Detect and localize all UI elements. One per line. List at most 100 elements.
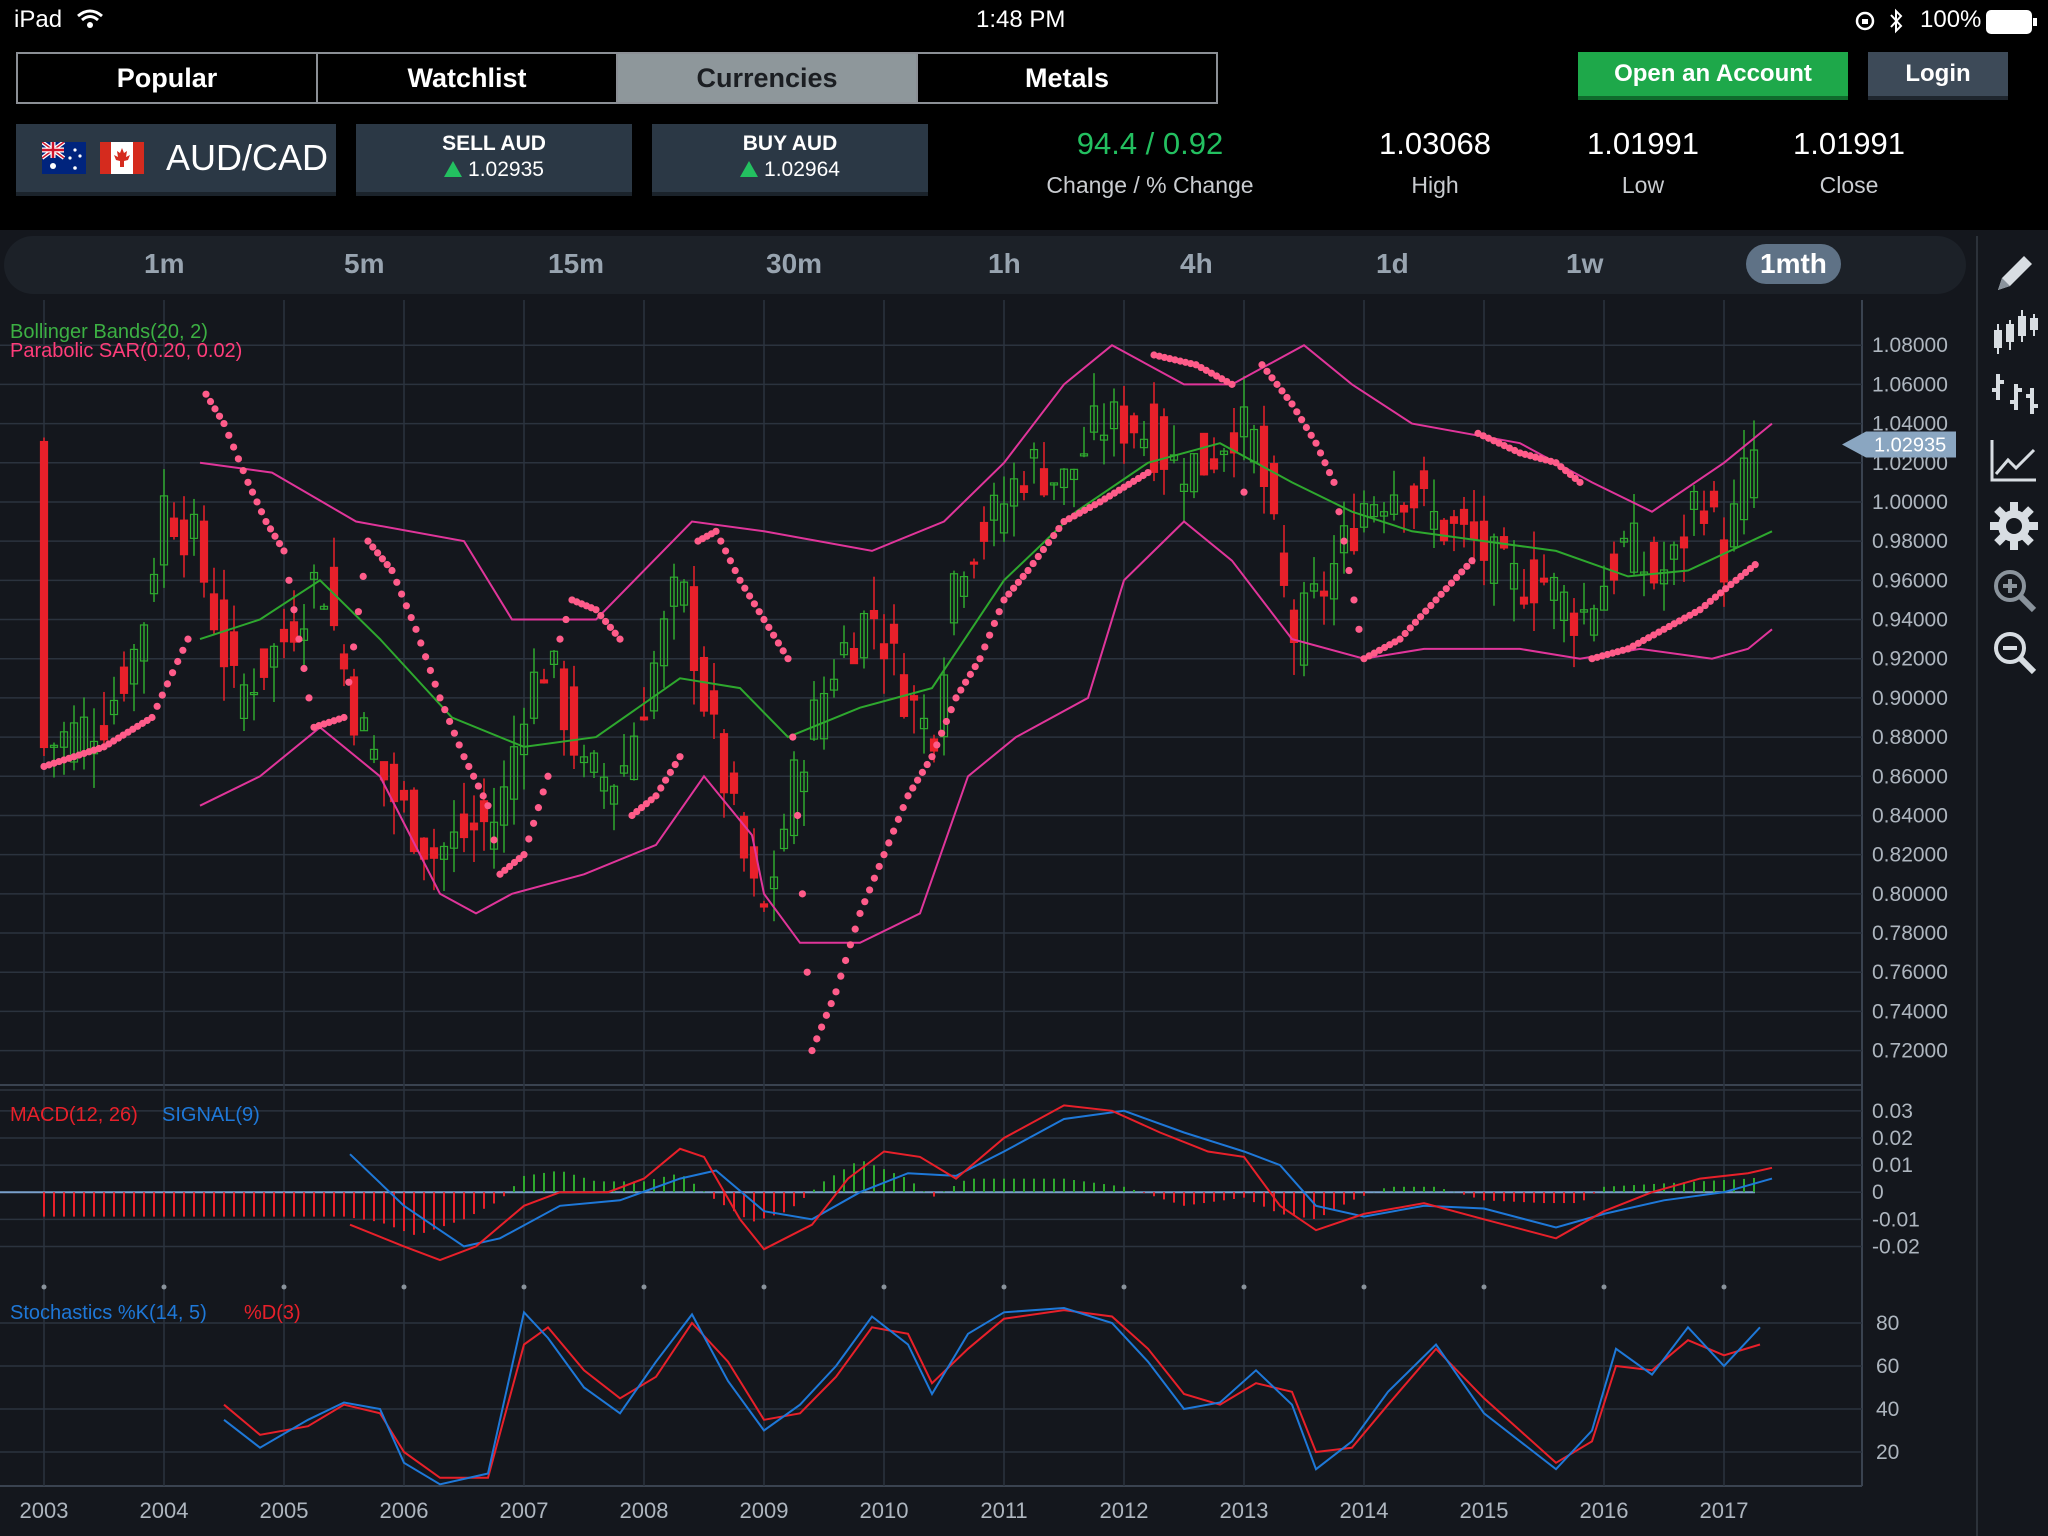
stoch-tick-label: 20 — [1876, 1441, 1899, 1464]
sar-dot — [1263, 367, 1271, 375]
sar-dot — [534, 804, 543, 812]
tab-popular[interactable]: Popular — [18, 54, 318, 102]
sar-dot — [455, 741, 463, 749]
candle-down — [1279, 552, 1289, 586]
sar-dot — [266, 525, 275, 533]
macd-panel — [0, 1104, 1773, 1262]
timeframe-4h[interactable]: 4h — [1180, 248, 1213, 280]
sar-dot — [230, 443, 238, 451]
candle-down — [1409, 485, 1419, 509]
x-tick-label: 2006 — [380, 1498, 429, 1523]
y-tick-label: 0.98000 — [1872, 530, 1948, 553]
candle-down — [849, 647, 859, 665]
x-tick-label: 2003 — [20, 1498, 69, 1523]
sar-dot — [657, 784, 665, 792]
price-chart[interactable]: 2003 2004 2005 2006 2007 2008 2009 2010 2011 2012… — [0, 300, 1976, 1536]
candle-down — [1679, 536, 1689, 549]
high-value: 1.03068 — [1378, 126, 1492, 161]
gear-icon[interactable] — [1988, 500, 2040, 552]
instrument-pair: AUD/CAD — [166, 137, 329, 178]
tab-currencies[interactable]: Currencies — [618, 54, 918, 102]
candle-down — [379, 761, 389, 781]
candle-down — [339, 653, 349, 670]
sar-dot — [803, 968, 811, 976]
sar-dot — [899, 804, 907, 812]
y-tick-label: 0.74000 — [1872, 1000, 1948, 1023]
sar-dot — [393, 578, 401, 586]
instrument-selector[interactable]: AUD/CAD — [16, 124, 336, 192]
sar-dot — [465, 762, 473, 771]
stoch-tick-label: 60 — [1876, 1355, 1899, 1378]
timeframe-1m[interactable]: 1m — [144, 248, 184, 280]
sar-dot — [383, 561, 391, 569]
buy-button[interactable]: BUY AUD 1.02964 — [652, 124, 928, 192]
line-chart-icon[interactable] — [1988, 436, 2040, 488]
sar-dot — [741, 584, 749, 592]
candle-down — [179, 519, 189, 556]
timeframe-5m[interactable]: 5m — [344, 248, 384, 280]
candlestick-icon[interactable] — [1988, 306, 2040, 358]
sar-dot — [1000, 596, 1008, 604]
quote-row: AUD/CAD SELL AUD 1.02935 BUY AUD 1.02964… — [0, 112, 2048, 230]
candle-down — [429, 847, 439, 859]
high-stat: 1.03068 High — [1340, 126, 1530, 199]
candle-down — [469, 822, 479, 831]
zoom-out-icon[interactable] — [1988, 628, 2040, 680]
candle-down — [1709, 490, 1719, 508]
timeframe-1mth[interactable]: 1mth — [1746, 244, 1841, 284]
tab-metals[interactable]: Metals — [918, 54, 1216, 102]
battery-percent: 100% — [1920, 6, 1982, 33]
timeframe-15m[interactable]: 15m — [548, 248, 604, 280]
sar-dot — [808, 1047, 816, 1055]
candle-down — [259, 648, 269, 678]
sar-dot — [1340, 537, 1348, 545]
candle-down — [1319, 590, 1329, 597]
login-button[interactable]: Login — [1868, 52, 2008, 96]
zoom-in-icon[interactable] — [1988, 566, 2040, 618]
bluetooth-icon — [1888, 8, 1904, 41]
tab-watchlist[interactable]: Watchlist — [318, 54, 618, 102]
sar-dot — [290, 606, 298, 614]
sar-dot — [923, 760, 931, 769]
sar-dot — [562, 615, 570, 624]
sar-dot — [1005, 590, 1013, 598]
y-tick-label: 0.88000 — [1872, 726, 1948, 749]
candle-down — [1609, 553, 1619, 581]
candle-down — [1539, 577, 1549, 583]
sar-dot — [244, 478, 252, 486]
y-tick-label: 0.86000 — [1872, 765, 1948, 788]
sar-dot — [539, 788, 547, 796]
sar-dot — [1416, 613, 1425, 621]
sar-dot — [1273, 380, 1281, 388]
sar-dot — [827, 999, 835, 1008]
sar-dot — [1437, 590, 1445, 598]
sell-button[interactable]: SELL AUD 1.02935 — [356, 124, 632, 192]
up-triangle-icon — [444, 161, 463, 177]
change-value: 94.4 / 0.92 — [1076, 126, 1224, 161]
x-tick-label: 2015 — [1460, 1498, 1509, 1523]
sar-dot — [300, 664, 308, 673]
pencil-icon[interactable] — [1988, 248, 2040, 300]
candle-down — [539, 679, 549, 684]
sar-dot — [986, 631, 994, 639]
stoch-k-line — [223, 1306, 1761, 1486]
timeframe-1w[interactable]: 1w — [1566, 248, 1603, 280]
sar-dot — [1307, 431, 1315, 439]
sar-dot — [1010, 584, 1018, 592]
ohlc-bars-icon[interactable] — [1988, 366, 2040, 418]
sar-dot — [280, 547, 288, 555]
y-tick-label: 0.94000 — [1872, 609, 1948, 632]
x-tick-label: 2005 — [260, 1498, 309, 1523]
candle-down — [979, 521, 989, 542]
status-bar: iPad 1:48 PM 100% — [0, 0, 2048, 44]
open-account-button[interactable]: Open an Account — [1578, 52, 1848, 96]
timeframe-1h[interactable]: 1h — [988, 248, 1021, 280]
change-stat: 94.4 / 0.92 Change / % Change — [1030, 126, 1270, 199]
sar-dot — [470, 772, 478, 780]
timeframe-1d[interactable]: 1d — [1376, 248, 1409, 280]
candle-down — [1259, 425, 1269, 488]
timeframe-30m[interactable]: 30m — [766, 248, 822, 280]
sar-dot — [760, 615, 768, 624]
candle-down — [279, 628, 289, 643]
sar-dot — [606, 623, 615, 631]
